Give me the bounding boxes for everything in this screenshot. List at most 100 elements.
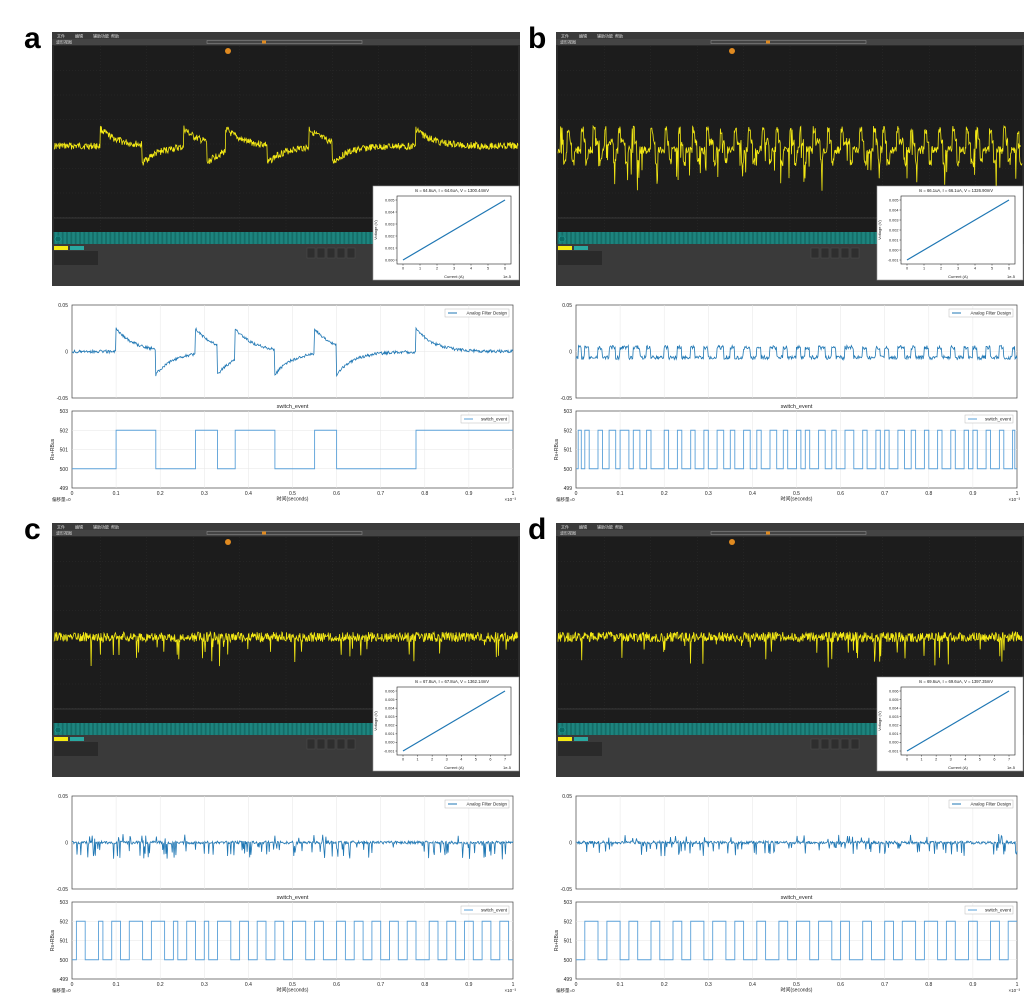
- panel-letter: d: [528, 513, 546, 546]
- filter-plot: 0.05 0 -0.05 Analog Filter Design: [57, 794, 514, 893]
- scope-menu-item: 帮助: [615, 33, 623, 39]
- iv-inset-exponent: 1e-5: [503, 765, 512, 770]
- iv-inset-ytick-label: 0.002: [889, 724, 899, 728]
- iv-inset-xtick-label: 5: [475, 758, 477, 762]
- channel-2-badge: [574, 737, 588, 741]
- iv-inset-xtick-label: 6: [1008, 267, 1010, 271]
- iv-inset-ytick-label: 0.002: [889, 228, 899, 232]
- event-plot-ytick-label: 503: [60, 409, 69, 415]
- iv-inset-xtick-label: 6: [504, 267, 506, 271]
- event-plot-xtick-label: 0.4: [749, 982, 756, 988]
- iv-inset-ytick-label: 0.003: [889, 715, 899, 719]
- event-plot-xlabel: 时间(seconds): [277, 496, 309, 503]
- event-plot-title: switch_event: [277, 895, 309, 901]
- filter-plot-ytick-label: 0.05: [58, 794, 68, 800]
- iv-inset-xtick-label: 2: [935, 758, 937, 762]
- event-plot-xtick-label: 0.9: [969, 491, 976, 497]
- iv-inset-xtick-label: 1: [923, 267, 925, 271]
- event-plot-offset-label: 偏移量=0: [52, 496, 71, 503]
- scope-tab-bar: [556, 39, 1024, 45]
- iv-inset-ytick-label: 0.005: [385, 698, 395, 702]
- scope-tab-bar: [52, 39, 520, 45]
- event-plot-ytick-label: 499: [564, 977, 573, 983]
- event-plot-xtick-label: 0.9: [969, 982, 976, 988]
- scope-status-button: [306, 738, 316, 750]
- iv-inset-ytick-label: 0.002: [385, 724, 395, 728]
- iv-inset: Is = 67.8uA, I = 67.8uA, V = 1362.14mV 0 1…: [372, 676, 520, 772]
- iv-inset-xlabel: Current (A): [444, 274, 464, 279]
- iv-inset-title: Is = 69.6uA, I = 69.6uA, V = 1397.35mV: [919, 679, 993, 684]
- scope-menu-bar: [556, 32, 1024, 39]
- event-plot-ytick-label: 502: [60, 428, 69, 434]
- event-plot-ytick-label: 499: [60, 486, 69, 492]
- channel-1-badge: [54, 737, 68, 741]
- iv-inset-ytick-label: 0.000: [385, 741, 395, 745]
- event-plot-xtick-label: 0: [71, 491, 74, 497]
- event-plot-xtick-label: 0.3: [201, 982, 208, 988]
- filter-plot: 0.05 0 -0.05 Analog Filter Design: [561, 794, 1018, 893]
- event-plot: switch_event 503 502 501 500 4990 0.1 0.2 0.3 0.4…: [50, 404, 516, 503]
- iv-inset-ytick-label: 0.000: [889, 248, 899, 252]
- iv-inset-xtick-label: 4: [460, 758, 462, 762]
- event-plot-xtick-label: 0.6: [837, 491, 844, 497]
- event-plot-ytick-label: 502: [564, 428, 573, 434]
- iv-inset-ylabel: Voltage (V): [877, 219, 882, 239]
- scope-status-button: [840, 738, 850, 750]
- iv-inset-xtick-label: 4: [964, 758, 966, 762]
- event-plot-offset-label: 偏移量=0: [52, 987, 71, 994]
- iv-inset-ylabel: Voltage (V): [373, 710, 378, 730]
- event-plot-xtick-label: 0.1: [617, 491, 624, 497]
- iv-inset-xtick-label: 1: [419, 267, 421, 271]
- event-plot-xtick-label: 0.8: [925, 982, 932, 988]
- event-plot-exponent: ×10⁻³: [504, 988, 516, 993]
- iv-inset-xtick-label: 3: [446, 758, 448, 762]
- event-plot-xtick-label: 0.4: [245, 491, 252, 497]
- iv-inset-xtick-label: 3: [453, 267, 455, 271]
- iv-inset-xtick-label: 6: [993, 758, 995, 762]
- event-plot-ytick-label: 500: [564, 958, 573, 964]
- scope-menu-item: 辅助功能: [597, 524, 613, 530]
- filter-plot-ytick-label: 0: [569, 841, 572, 847]
- event-plot-xtick-label: 0: [575, 491, 578, 497]
- iv-inset-xtick-label: 2: [431, 758, 433, 762]
- iv-inset-ytick-label: 0.001: [385, 732, 395, 736]
- scope-status-button: [326, 738, 336, 750]
- event-plot-offset-label: 偏移量=0: [556, 496, 575, 503]
- scope-status-button: [850, 247, 860, 259]
- iv-inset-xtick-label: 5: [979, 758, 981, 762]
- scope-timeline-marker: [766, 531, 770, 535]
- channel-2-badge: [70, 246, 84, 250]
- iv-inset-xtick-label: 2: [436, 267, 438, 271]
- event-plot-ylabel: Rs+RBus: [50, 438, 56, 460]
- iv-inset-exponent: 1e-5: [1007, 765, 1016, 770]
- event-plot-title: switch_event: [781, 404, 813, 410]
- iv-inset-xtick-label: 0: [402, 758, 404, 762]
- scope-status-button: [810, 738, 820, 750]
- iv-inset-xtick-label: 3: [950, 758, 952, 762]
- event-plot-xtick-label: 0.1: [113, 491, 120, 497]
- channel-2-badge: [70, 737, 84, 741]
- scope-status-button: [346, 738, 356, 750]
- scope-menu-item: 文件: [561, 524, 569, 530]
- event-plot-ytick-label: 500: [60, 958, 69, 964]
- iv-inset-ytick-label: 0.004: [889, 208, 899, 212]
- event-plot-title: switch_event: [781, 895, 813, 901]
- scope-menu-item: 文件: [561, 33, 569, 39]
- event-plot-xtick-label: 0: [71, 982, 74, 988]
- scope-timeline-marker: [262, 40, 266, 44]
- iv-inset-ytick-label: 0.001: [385, 246, 395, 250]
- event-plot-xtick-label: 0.2: [157, 982, 164, 988]
- event-plot-xtick-label: 0.3: [201, 491, 208, 497]
- scope-status-button: [336, 738, 346, 750]
- iv-inset-xtick-label: 1: [921, 758, 923, 762]
- iv-inset-xtick-label: 0: [906, 758, 908, 762]
- channel-2-badge: [574, 246, 588, 250]
- event-plot-xtick-label: 0.1: [113, 982, 120, 988]
- trigger-marker: [225, 48, 231, 54]
- iv-inset-xlabel: Current (A): [948, 274, 968, 279]
- iv-inset-ytick-label: 0.001: [889, 238, 899, 242]
- filter-plot-ytick-label: 0.05: [58, 303, 68, 309]
- filter-plot-ytick-label: 0: [569, 350, 572, 356]
- scope-tab: 波形视图: [56, 530, 72, 536]
- iv-inset-ytick-label: 0.001: [889, 732, 899, 736]
